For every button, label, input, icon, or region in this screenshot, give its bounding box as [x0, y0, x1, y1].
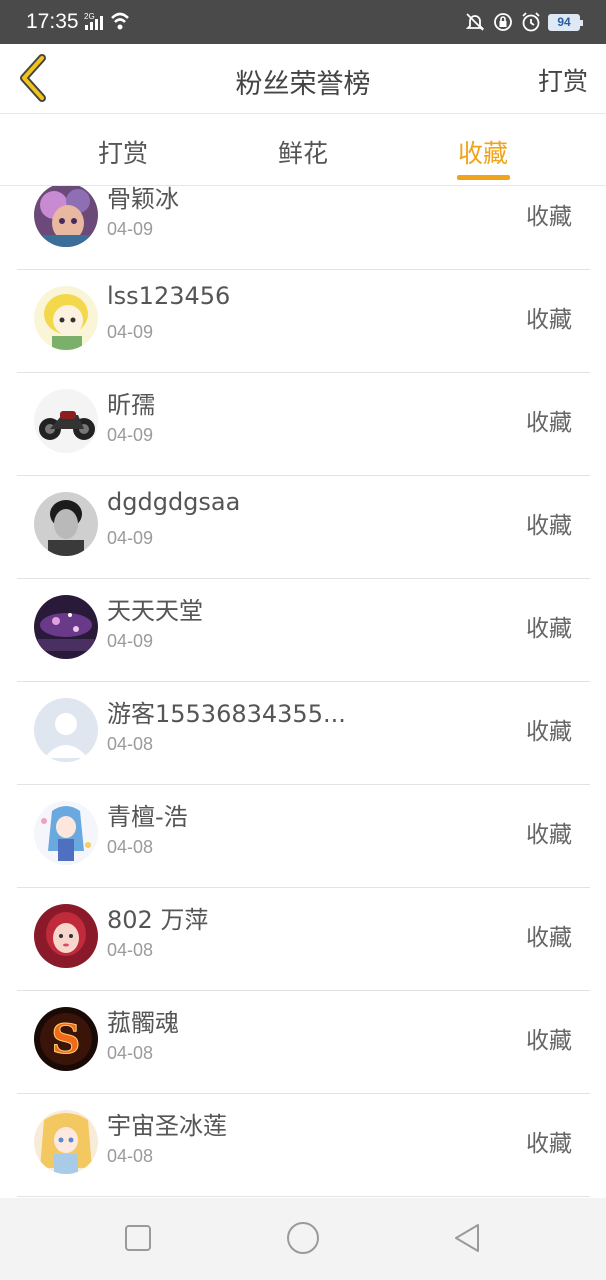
status-bar: 17:35 2G 94	[0, 0, 606, 44]
tab-reward[interactable]: 打赏	[98, 134, 148, 170]
fan-name: lss123456	[107, 282, 231, 310]
default-avatar-icon	[34, 698, 98, 762]
favorite-label: 收藏	[526, 410, 572, 436]
list-item[interactable]: 青檀-浩 04-08 收藏	[17, 785, 590, 888]
fan-name: 游客15536834355...	[107, 700, 346, 728]
favorite-label: 收藏	[526, 719, 572, 745]
fan-name: 昕孺	[107, 391, 155, 419]
fan-date: 04-08	[107, 837, 154, 857]
list-item[interactable]: 昕孺 04-09 收藏	[17, 373, 590, 476]
network-type: 2G	[84, 12, 95, 21]
status-time: 17:35	[26, 10, 79, 33]
signal-wifi-icon: 2G	[84, 12, 129, 30]
fan-name: 802 万萍	[107, 906, 209, 934]
fan-date: 04-08	[107, 1043, 154, 1063]
list-item[interactable]: 骨颖冰 04-09 收藏	[17, 186, 590, 270]
fan-name: 天天天堂	[107, 597, 203, 625]
favorite-label: 收藏	[526, 1131, 572, 1157]
favorite-label: 收藏	[526, 925, 572, 951]
svg-text:S: S	[52, 1016, 81, 1063]
list-item[interactable]: 802 万萍 04-08 收藏	[17, 888, 590, 991]
fan-name: dgdgdgsaa	[107, 488, 241, 516]
system-nav-bar	[0, 1198, 606, 1280]
avatar	[34, 1110, 98, 1174]
fan-date: 04-08	[107, 1146, 154, 1166]
favorite-label: 收藏	[526, 513, 572, 539]
avatar	[34, 904, 98, 968]
fan-date: 04-09	[107, 528, 154, 548]
page-title: 粉丝荣誉榜	[235, 69, 371, 100]
fan-list: 骨颖冰 04-09 收藏 lss123456 04-09 收藏 昕孺 04-09…	[0, 186, 606, 1198]
list-item[interactable]: 宇宙圣冰莲 04-08 收藏	[17, 1094, 590, 1197]
square-icon[interactable]	[118, 1218, 158, 1258]
circle-icon[interactable]	[283, 1218, 323, 1258]
list-item[interactable]: dgdgdgsaa 04-09 收藏	[17, 476, 590, 579]
list-item[interactable]: 游客15536834355... 04-08 收藏	[17, 682, 590, 785]
list-item[interactable]: S 菰髑魂 04-08 收藏	[17, 991, 590, 1094]
triangle-back-icon[interactable]	[448, 1218, 488, 1258]
tab-flowers[interactable]: 鲜花	[278, 134, 328, 170]
mute-icon	[465, 13, 485, 31]
lock-rotation-icon	[494, 13, 512, 31]
avatar	[34, 801, 98, 865]
favorite-label: 收藏	[526, 307, 572, 333]
alarm-icon	[522, 12, 540, 32]
fan-date: 04-08	[107, 734, 154, 754]
fan-name: 骨颖冰	[107, 186, 179, 213]
favorite-label: 收藏	[526, 822, 572, 848]
active-tab-indicator	[457, 175, 510, 180]
header: 粉丝荣誉榜 打赏	[0, 44, 606, 114]
favorite-label: 收藏	[526, 204, 572, 230]
list-item[interactable]: 天天天堂 04-09 收藏	[17, 579, 590, 682]
avatar	[34, 389, 98, 453]
status-icons: 94	[464, 8, 583, 36]
list-item[interactable]: lss123456 04-09 收藏	[17, 270, 590, 373]
fan-name: 菰髑魂	[107, 1009, 179, 1037]
tab-favorites[interactable]: 收藏	[458, 134, 508, 170]
avatar	[34, 286, 98, 350]
fan-name: 宇宙圣冰莲	[107, 1112, 227, 1140]
reward-button[interactable]: 打赏	[538, 62, 588, 98]
fan-date: 04-08	[107, 940, 154, 960]
fan-date: 04-09	[107, 219, 154, 239]
favorite-label: 收藏	[526, 616, 572, 642]
fan-date: 04-09	[107, 425, 154, 445]
battery-icon: 94	[548, 13, 583, 31]
favorite-label: 收藏	[526, 1028, 572, 1054]
fan-date: 04-09	[107, 631, 154, 651]
avatar	[34, 186, 98, 247]
tab-bar: 打赏 鲜花 收藏	[0, 114, 606, 186]
avatar	[34, 595, 98, 659]
fan-name: 青檀-浩	[107, 803, 188, 831]
fan-date: 04-09	[107, 322, 154, 342]
avatar: S	[34, 1007, 98, 1071]
avatar	[34, 492, 98, 556]
